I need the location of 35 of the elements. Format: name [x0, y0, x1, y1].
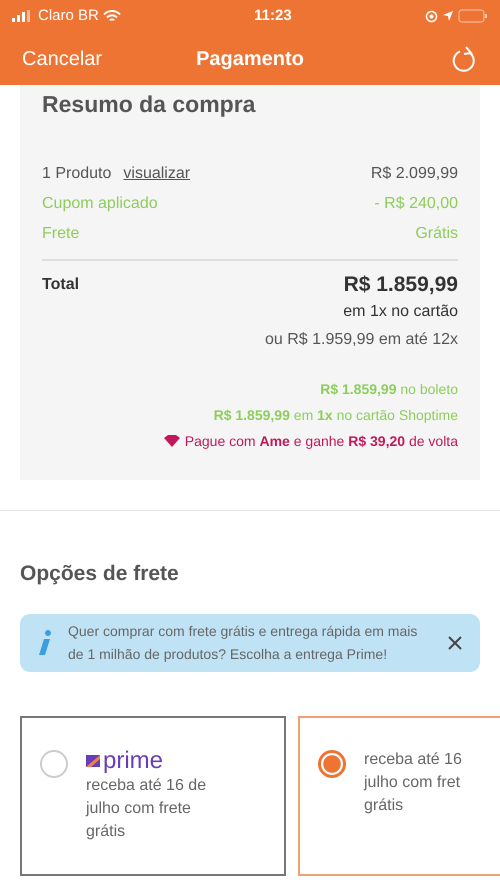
offer-text: R$ 1.859,99 em 1x no cartão Shoptime — [214, 407, 458, 424]
radio-button[interactable] — [40, 750, 68, 778]
delivery-text: receba até 16 de julho com frete grátis — [86, 776, 206, 842]
summary-label: Frete — [42, 224, 80, 244]
section-title: Opções de frete — [20, 561, 180, 586]
installment-note: em 1x no cartão — [342, 302, 458, 322]
summary-label: 1 Produto — [42, 164, 112, 184]
delivery-text: receba até 16 julho com fret grátis — [364, 750, 462, 816]
info-icon — [38, 630, 52, 656]
status-time: 11:23 — [254, 6, 292, 26]
location-icon — [442, 10, 454, 22]
shipping-option[interactable]: prime receba até 16 de julho com frete grátis — [20, 716, 286, 876]
view-link[interactable]: visualizar — [123, 158, 190, 189]
battery-icon — [458, 9, 488, 23]
summary-value: R$ 2.099,99 — [370, 164, 458, 184]
alert-text: Quer comprar com frete grátis e entrega rápida em mais de 1 milhão de produtos? Escolha a entrega Prime! — [68, 622, 418, 664]
gem-icon — [162, 434, 181, 448]
summary-value: Grátis — [415, 224, 458, 244]
carrier-name: Claro BR — [38, 6, 99, 26]
total-price: R$ 1.859,99 — [344, 272, 458, 298]
rotation-lock-icon — [425, 10, 438, 22]
radio-button[interactable] — [318, 750, 346, 778]
total-label: Total — [42, 274, 80, 295]
summary-label: Cupom aplicado — [42, 194, 158, 214]
offer-text: Pague com Ame e ganhe R$ 39,20 de volta — [184, 432, 458, 452]
close-button[interactable] — [448, 636, 462, 650]
prime-mark-icon — [86, 755, 100, 768]
installment-price: ou R$ 1.959,99 em até 12x — [264, 330, 458, 350]
prime-logo: prime — [86, 748, 206, 774]
page-title: Pagamento — [196, 46, 304, 72]
wifi-icon — [102, 10, 121, 22]
summary-value: - R$ 240,00 — [374, 194, 458, 214]
offer-text: R$ 1.859,99 no boleto — [320, 381, 458, 398]
shipping-option[interactable]: receba até 16 julho com fret grátis — [298, 716, 500, 876]
section-title: Resumo da compra — [42, 91, 256, 119]
